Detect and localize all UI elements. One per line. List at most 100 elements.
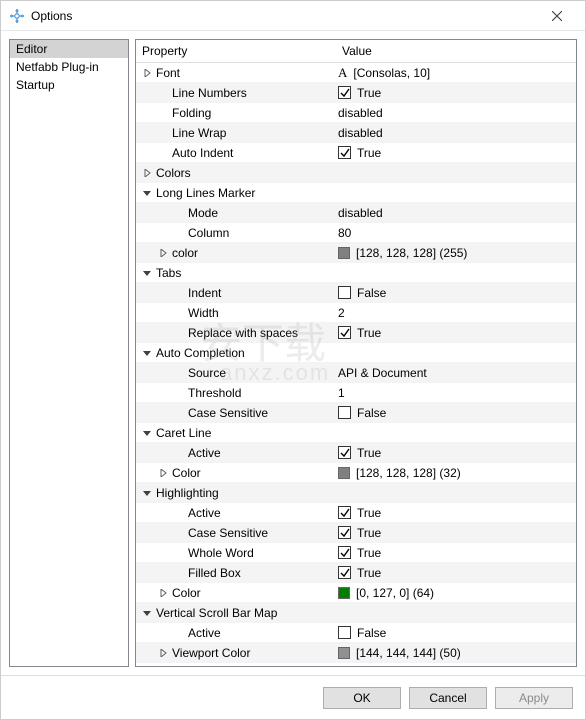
value-cell[interactable]: [128, 128, 128] (255)	[336, 246, 576, 260]
property-row[interactable]: Source API & Document	[136, 363, 576, 383]
checkbox[interactable]	[338, 626, 351, 639]
property-row[interactable]: Case SensitiveFalse	[136, 403, 576, 423]
color-swatch[interactable]	[338, 467, 350, 479]
grid-header: Property Value	[136, 40, 576, 63]
value-cell[interactable]: True	[336, 326, 576, 340]
value-cell[interactable]: 2	[336, 306, 576, 320]
property-row[interactable]: Line NumbersTrue	[136, 83, 576, 103]
value-cell[interactable]: 1	[336, 386, 576, 400]
property-row[interactable]: Line Wrapdisabled	[136, 123, 576, 143]
value-cell[interactable]: 80	[336, 226, 576, 240]
property-row[interactable]: Colors	[136, 163, 576, 183]
property-row[interactable]: Auto IndentTrue	[136, 143, 576, 163]
value-cell[interactable]: [144, 144, 144] (50)	[336, 646, 576, 660]
property-row[interactable]: Auto Completion	[136, 343, 576, 363]
sidebar-item-netfabb-plug-in[interactable]: Netfabb Plug-in	[10, 58, 128, 76]
value-cell[interactable]: True	[336, 446, 576, 460]
checkbox[interactable]	[338, 86, 351, 99]
property-row[interactable]: Foldingdisabled	[136, 103, 576, 123]
chevron-down-icon[interactable]	[140, 349, 154, 357]
property-row[interactable]: Caret Line	[136, 423, 576, 443]
property-row[interactable]: Whole WordTrue	[136, 543, 576, 563]
sidebar-item-startup[interactable]: Startup	[10, 76, 128, 94]
value-cell[interactable]: disabled	[336, 206, 576, 220]
property-row[interactable]: Filled BoxTrue	[136, 563, 576, 583]
checkbox[interactable]	[338, 546, 351, 559]
property-row[interactable]: Color[128, 128, 128] (32)	[136, 463, 576, 483]
property-label: Source	[186, 366, 226, 380]
property-row[interactable]: Color[0, 127, 0] (64)	[136, 583, 576, 603]
property-row[interactable]: Highlighting	[136, 483, 576, 503]
value-cell[interactable]: [128, 128, 128] (32)	[336, 466, 576, 480]
property-label: Active	[186, 446, 221, 460]
property-row[interactable]: Tabs	[136, 263, 576, 283]
value-cell[interactable]: True	[336, 146, 576, 160]
property-cell: Active	[136, 626, 336, 640]
chevron-down-icon[interactable]	[140, 489, 154, 497]
property-row[interactable]: Active True	[136, 443, 576, 463]
chevron-right-icon[interactable]	[140, 69, 154, 77]
property-row[interactable]: Viewport Color[144, 144, 144] (50)	[136, 643, 576, 663]
checkbox[interactable]	[338, 566, 351, 579]
chevron-right-icon[interactable]	[140, 169, 154, 177]
checkbox[interactable]	[338, 286, 351, 299]
value-text: [0, 127, 0] (64)	[356, 586, 434, 600]
value-cell[interactable]: disabled	[336, 106, 576, 120]
cancel-button[interactable]: Cancel	[409, 687, 487, 709]
value-cell[interactable]: False	[336, 406, 576, 420]
value-text: True	[357, 546, 381, 560]
value-cell[interactable]: True	[336, 526, 576, 540]
value-cell[interactable]: True	[336, 86, 576, 100]
checkbox[interactable]	[338, 146, 351, 159]
property-row[interactable]: Threshold1	[136, 383, 576, 403]
property-row[interactable]: ActiveFalse	[136, 623, 576, 643]
property-row[interactable]: color[128, 128, 128] (255)	[136, 243, 576, 263]
checkbox[interactable]	[338, 666, 351, 667]
color-swatch[interactable]	[338, 587, 350, 599]
property-row[interactable]: Column80	[136, 223, 576, 243]
value-cell[interactable]: disabled	[336, 126, 576, 140]
value-cell[interactable]: True	[336, 666, 576, 668]
value-cell[interactable]: False	[336, 626, 576, 640]
property-row[interactable]: FontA[Consolas, 10]	[136, 63, 576, 83]
checkbox[interactable]	[338, 446, 351, 459]
value-cell[interactable]: True	[336, 546, 576, 560]
chevron-down-icon[interactable]	[140, 269, 154, 277]
titlebar: Options	[1, 1, 585, 31]
chevron-down-icon[interactable]	[140, 189, 154, 197]
value-cell[interactable]: A[Consolas, 10]	[336, 65, 576, 81]
checkbox[interactable]	[338, 326, 351, 339]
property-row[interactable]: Vertical Scroll Bar Map	[136, 603, 576, 623]
color-swatch[interactable]	[338, 647, 350, 659]
property-row[interactable]: Modedisabled	[136, 203, 576, 223]
property-row[interactable]: IndentFalse	[136, 283, 576, 303]
property-row[interactable]: Long Lines Marker	[136, 183, 576, 203]
sidebar-item-editor[interactable]: Editor	[10, 40, 128, 58]
checkbox[interactable]	[338, 406, 351, 419]
value-cell[interactable]: API & Document	[336, 366, 576, 380]
chevron-right-icon[interactable]	[156, 649, 170, 657]
checkbox[interactable]	[338, 526, 351, 539]
chevron-down-icon[interactable]	[140, 429, 154, 437]
ok-button[interactable]: OK	[323, 687, 401, 709]
chevron-right-icon[interactable]	[156, 469, 170, 477]
chevron-down-icon[interactable]	[140, 609, 154, 617]
header-value: Value	[336, 40, 576, 62]
value-cell[interactable]: [0, 127, 0] (64)	[336, 586, 576, 600]
property-row[interactable]: Replace with spacesTrue	[136, 323, 576, 343]
chevron-right-icon[interactable]	[156, 589, 170, 597]
color-swatch[interactable]	[338, 247, 350, 259]
value-cell[interactable]: True	[336, 566, 576, 580]
value-cell[interactable]: False	[336, 286, 576, 300]
chevron-right-icon[interactable]	[156, 249, 170, 257]
property-cell: Replace with spaces	[136, 326, 336, 340]
close-button[interactable]	[537, 2, 577, 30]
property-row[interactable]: Show Preview TooltipTrue	[136, 663, 576, 667]
category-sidebar: EditorNetfabb Plug-inStartup	[9, 39, 129, 667]
property-cell: Font	[136, 66, 336, 80]
checkbox[interactable]	[338, 506, 351, 519]
property-row[interactable]: Case SensitiveTrue	[136, 523, 576, 543]
property-row[interactable]: Width2	[136, 303, 576, 323]
value-cell[interactable]: True	[336, 506, 576, 520]
property-row[interactable]: ActiveTrue	[136, 503, 576, 523]
